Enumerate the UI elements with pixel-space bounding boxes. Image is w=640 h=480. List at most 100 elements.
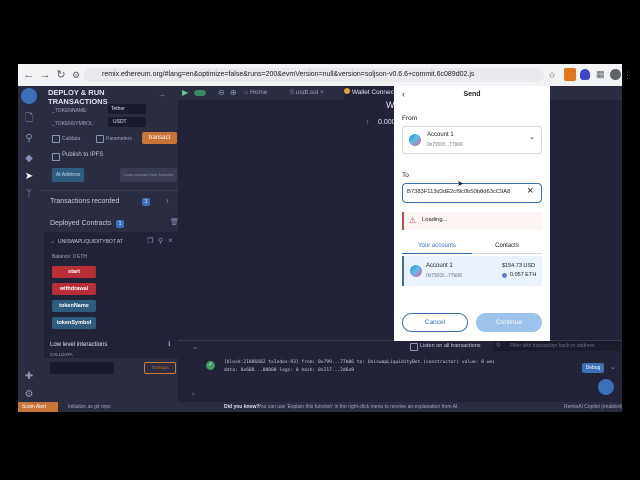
transact-button[interactable]: transact	[142, 132, 177, 144]
recipient-address-input[interactable]: B7383F113d3dE2cf9c0b50b8d63cC9A8 ×	[402, 183, 542, 203]
parameters-label: Parameters	[106, 136, 132, 142]
plugin-manager-icon[interactable]: ✚	[22, 370, 36, 384]
terminal-filter-input[interactable]: Filter with transaction hash or address	[494, 341, 620, 351]
withdrawal-function-button[interactable]: withdrawal	[52, 283, 96, 295]
send-modal: ‹ Send From Account 1 0x7991f...77b06 ⌄ …	[394, 86, 550, 341]
file-explorer-icon[interactable]: 🗋	[22, 112, 36, 126]
status-bar: Scam Alert Initialize as git repo Did yo…	[18, 402, 622, 412]
account-usd-balance: $154.73 USD	[502, 263, 536, 269]
low-level-calldata-input[interactable]	[50, 362, 114, 374]
start-function-button[interactable]: start	[52, 266, 96, 278]
wallet-balance: 0.000	[378, 119, 396, 126]
publish-ipfs-label: Publish to IPFS	[62, 152, 104, 158]
send-title: Send	[463, 91, 481, 98]
deployed-count-badge: 1	[116, 220, 124, 228]
reload-icon[interactable]: ↻	[54, 68, 68, 82]
contract-chevron-down-icon[interactable]: ⌄	[50, 238, 55, 245]
divider	[40, 190, 178, 191]
token-symbol-input[interactable]: USDT	[108, 117, 146, 127]
log-line-1: [block:21886682 txIndex:93] from: 0x799.…	[224, 360, 496, 365]
deployed-contract-card	[44, 232, 178, 358]
settings-gear-icon[interactable]: ⚙	[22, 388, 36, 402]
contract-name: UNISWAPLIQUIDITYBOT AT	[58, 239, 123, 245]
arrow-up-icon: ↑	[366, 119, 370, 126]
autocompile-toggle[interactable]	[194, 90, 206, 96]
zoom-in-icon[interactable]: ⊕	[230, 88, 237, 97]
filter-search-icon: ⚲	[496, 343, 501, 349]
browser-menu-icon[interactable]: ⋮	[623, 68, 632, 82]
clear-address-icon[interactable]: ×	[527, 185, 533, 197]
account-avatar	[409, 134, 421, 146]
continue-button[interactable]: Continue	[476, 313, 542, 332]
panel-title-line2: TRANSACTIONS	[48, 97, 108, 106]
solidity-compiler-icon[interactable]: ◆	[22, 152, 36, 166]
ai-assistant-icon[interactable]	[598, 379, 614, 395]
tab-wallet-label: Wallet Connect	[351, 89, 396, 96]
tab-contacts[interactable]: Contacts	[472, 239, 542, 254]
scam-alert-button[interactable]: Scam Alert	[18, 402, 58, 412]
did-you-know-label: Did you know?	[224, 404, 260, 410]
tab-usdt-sol[interactable]: S usdt.sol ×	[290, 86, 336, 100]
git-init-link[interactable]: Initialize as git repo	[68, 402, 111, 412]
from-account-address: 0x7991f...77b06	[427, 142, 463, 148]
cancel-button[interactable]: Cancel	[402, 313, 468, 332]
collapse-terminal-icon[interactable]: ⌄	[192, 343, 198, 351]
copy-address-icon[interactable]: ❐	[147, 237, 153, 245]
parameters-copy-icon[interactable]	[96, 135, 104, 143]
mouse-cursor-icon: ➤	[457, 179, 464, 188]
terminal-panel: ⌄ Listen on all transactions Filter with…	[178, 340, 622, 403]
git-icon[interactable]: ᛉ	[22, 188, 36, 202]
deploy-run-panel: DEPLOY & RUN TRANSACTIONS → _TOKENNAME: …	[40, 86, 179, 402]
scam-alert-label: Scam Alert	[22, 404, 47, 410]
shield-extension-icon[interactable]	[580, 69, 590, 80]
tab-usdt-label: usdt.sol	[295, 89, 319, 96]
chevron-down-icon[interactable]: ⌄	[529, 133, 535, 141]
account-list-item[interactable]: Account 1 0x7991f...77b06 $154.73 USD 0.…	[402, 256, 542, 286]
icon-panel: 🗋 ⚲ ◆ ➤ ᛉ ✚ ⚙	[18, 86, 40, 402]
tab-home[interactable]: ⌂ Home	[244, 86, 282, 100]
from-account-selector[interactable]: Account 1 0x7991f...77b06 ⌄	[402, 126, 542, 154]
calldata-copy-icon[interactable]	[52, 135, 60, 143]
expand-log-icon[interactable]: ⌄	[610, 363, 616, 371]
at-address-button[interactable]: At Address	[52, 168, 84, 182]
low-level-transact-button[interactable]: Transact	[144, 362, 176, 374]
listen-checkbox[interactable]	[410, 343, 418, 351]
ai-tip-text: You can use 'Explain this function' in t…	[258, 404, 459, 410]
run-script-icon[interactable]: ▶	[182, 88, 188, 97]
search-icon[interactable]: ⚲	[22, 132, 36, 146]
from-account-name: Account 1	[427, 132, 454, 138]
remix-logo-icon[interactable]	[21, 88, 37, 104]
panel-expand-icon[interactable]: →	[158, 90, 170, 100]
tokensymbol-function-button[interactable]: tokenSymbol	[52, 317, 96, 329]
deploy-run-icon[interactable]: ➤	[22, 170, 36, 184]
extensions-puzzle-icon[interactable]: ▦	[596, 69, 606, 80]
loading-text: Loading...	[422, 217, 448, 223]
publish-ipfs-checkbox[interactable]	[52, 153, 60, 161]
site-info-icon[interactable]: ⚙	[72, 68, 82, 82]
token-name-label: _TOKENNAME:	[52, 108, 88, 114]
transactions-recorded-label[interactable]: Transactions recorded	[50, 198, 119, 205]
profile-avatar-icon[interactable]	[610, 69, 621, 80]
metamask-extension-icon[interactable]	[564, 68, 576, 81]
copilot-status[interactable]: RemixAI Copilot (enabled)	[564, 402, 622, 412]
token-name-input[interactable]: Tether	[108, 104, 146, 114]
back-icon[interactable]: ←	[22, 68, 36, 82]
bookmark-star-icon[interactable]: ☆	[548, 68, 560, 82]
tokenname-function-button[interactable]: tokenName	[52, 300, 96, 312]
loading-alert: ⚠ Loading...	[402, 212, 542, 230]
debug-button[interactable]: Debug	[582, 363, 604, 373]
account-avatar	[410, 265, 422, 277]
url-bar[interactable]: remix.ethereum.org/#lang=en&optimize=fal…	[84, 68, 544, 82]
remove-contract-icon[interactable]: ×	[168, 236, 173, 245]
zoom-out-icon[interactable]: ⊖	[218, 88, 225, 97]
browser-toolbar: ← → ↻ ⚙ remix.ethereum.org/#lang=en&opti…	[18, 64, 632, 86]
forward-icon[interactable]: →	[38, 68, 52, 82]
tab-your-accounts[interactable]: Your accounts	[402, 239, 472, 254]
chevron-right-icon[interactable]: ›	[166, 196, 169, 205]
transactions-count-badge: 1	[142, 198, 150, 206]
load-contract-address-input[interactable]: Load contract from Address	[120, 168, 177, 182]
pin-icon[interactable]: ⚲	[158, 237, 163, 245]
log-line-2: data: 0x608...00000 logs: 0 hash: 0x217.…	[224, 368, 354, 373]
to-label: To	[402, 172, 409, 179]
recipient-address-value: B7383F113d3dE2cf9c0b50b8d63cC9A8	[407, 189, 511, 195]
